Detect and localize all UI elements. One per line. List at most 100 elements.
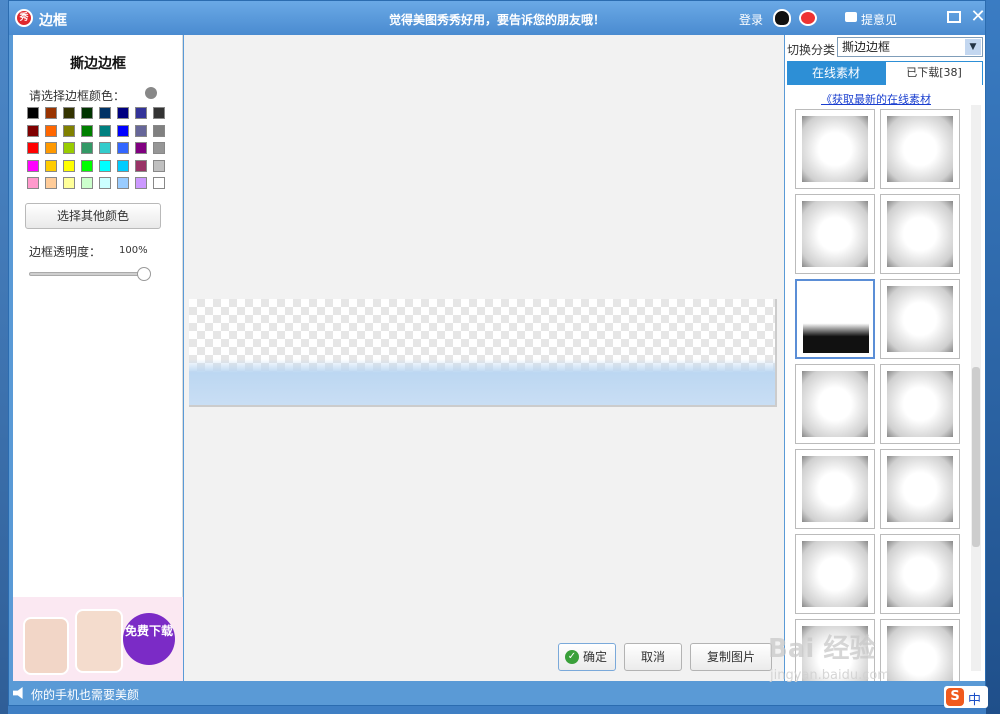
- chevron-down-icon[interactable]: ▼: [965, 39, 981, 55]
- get-online-materials-link[interactable]: 《获取最新的在线素材: [821, 91, 931, 107]
- color-swatch[interactable]: [63, 107, 75, 119]
- color-swatch[interactable]: [117, 107, 129, 119]
- frame-preview: [887, 456, 953, 522]
- category-select[interactable]: 撕边边框 ▼: [837, 37, 983, 57]
- color-swatch[interactable]: [81, 124, 93, 137]
- frame-thumbnail[interactable]: [795, 364, 875, 444]
- frame-thumbnail[interactable]: [795, 194, 875, 274]
- frame-thumbnail[interactable]: [880, 534, 960, 614]
- color-swatch[interactable]: [99, 124, 111, 137]
- settings-panel: 撕边边框 请选择边框颜色： 选择其他颜色 边框透明度： 100% 免费下载: [13, 35, 183, 681]
- frame-thumbnail[interactable]: [795, 449, 875, 529]
- frame-thumbnail[interactable]: [880, 619, 960, 681]
- frame-thumbnail[interactable]: [795, 534, 875, 614]
- opacity-slider-track[interactable]: [29, 272, 143, 276]
- color-swatch[interactable]: [135, 159, 147, 172]
- frame-thumbnail[interactable]: [880, 279, 960, 359]
- eyedropper-icon[interactable]: [145, 87, 157, 99]
- frame-thumbnail[interactable]: [795, 109, 875, 189]
- tab-online-materials[interactable]: 在线素材: [787, 61, 885, 85]
- close-button[interactable]: ✕: [969, 6, 987, 28]
- material-scrollbar[interactable]: [971, 105, 981, 671]
- color-swatch[interactable]: [117, 142, 129, 154]
- desktop-left-edge: [0, 0, 8, 714]
- color-swatch[interactable]: [117, 159, 129, 172]
- frame-preview: [802, 371, 868, 437]
- color-swatch[interactable]: [153, 177, 165, 189]
- opacity-label: 边框透明度：: [29, 245, 102, 259]
- color-swatch[interactable]: [63, 177, 75, 189]
- frame-thumbnail[interactable]: [795, 279, 875, 359]
- color-swatch[interactable]: [135, 142, 147, 154]
- material-panel: 切换分类 撕边边框 ▼ 在线素材 已下载[38] 《获取最新的在线素材: [785, 35, 985, 681]
- other-color-button[interactable]: 选择其他颜色: [25, 203, 161, 229]
- cancel-button[interactable]: 取消: [624, 643, 682, 671]
- color-swatch[interactable]: [45, 142, 57, 154]
- feedback-link[interactable]: 提意见: [861, 11, 897, 28]
- ad-photo-after: [75, 609, 123, 673]
- frame-thumbnail[interactable]: [880, 109, 960, 189]
- tab-downloaded[interactable]: 已下载[38]: [885, 61, 983, 85]
- status-text[interactable]: 你的手机也需要美颜: [31, 686, 139, 703]
- frame-thumbnail[interactable]: [880, 194, 960, 274]
- color-swatch[interactable]: [63, 159, 75, 172]
- color-swatch[interactable]: [63, 142, 75, 154]
- color-swatch[interactable]: [99, 107, 111, 119]
- color-swatch[interactable]: [117, 124, 129, 137]
- ok-button[interactable]: ✓ 确定: [558, 643, 616, 671]
- scrollbar-thumb[interactable]: [972, 367, 980, 547]
- color-swatch[interactable]: [63, 124, 75, 137]
- color-swatch[interactable]: [153, 142, 165, 154]
- color-swatch[interactable]: [135, 124, 147, 137]
- frame-preview: [802, 541, 868, 607]
- frame-thumbnail[interactable]: [880, 364, 960, 444]
- color-swatch[interactable]: [99, 159, 111, 172]
- color-swatch[interactable]: [27, 177, 39, 189]
- qq-icon[interactable]: [773, 9, 791, 27]
- color-swatch[interactable]: [81, 142, 93, 154]
- color-swatch[interactable]: [99, 142, 111, 154]
- frame-preview: [887, 541, 953, 607]
- color-swatch[interactable]: [81, 177, 93, 189]
- sogou-ime-icon[interactable]: S: [946, 688, 964, 706]
- color-swatch[interactable]: [81, 107, 93, 119]
- color-swatch[interactable]: [45, 124, 57, 137]
- ad-banner[interactable]: 免费下载: [13, 597, 183, 681]
- frame-preview: [887, 286, 953, 352]
- app-logo-icon: 秀: [15, 9, 33, 27]
- frame-preview: [802, 456, 868, 522]
- feedback-icon[interactable]: [845, 12, 857, 22]
- color-swatch[interactable]: [45, 107, 57, 119]
- color-swatch[interactable]: [117, 177, 129, 189]
- color-swatch[interactable]: [27, 142, 39, 154]
- color-swatch[interactable]: [153, 159, 165, 172]
- login-link[interactable]: 登录: [739, 11, 763, 28]
- border-editor-window: 秀 边框 觉得美图秀秀好用，要告诉您的朋友哦！ 登录 提意见 ✕ 撕边边框 请选…: [8, 0, 986, 706]
- ime-toolbar[interactable]: S 中: [944, 686, 988, 708]
- frame-thumbnail[interactable]: [880, 449, 960, 529]
- weibo-icon[interactable]: [799, 10, 817, 26]
- color-swatch[interactable]: [27, 124, 39, 137]
- opacity-value: 100%: [119, 245, 148, 256]
- copy-image-button[interactable]: 复制图片: [690, 643, 772, 671]
- ime-mode-indicator[interactable]: 中: [968, 689, 981, 708]
- category-selected-value: 撕边边框: [842, 40, 891, 54]
- preview-canvas: ✓ 确定 取消 复制图片: [184, 35, 784, 681]
- frame-preview: [803, 287, 869, 353]
- desktop-right-edge: [986, 0, 1000, 714]
- free-download-badge[interactable]: 免费下载: [123, 613, 175, 665]
- color-swatch[interactable]: [81, 159, 93, 172]
- color-swatch[interactable]: [45, 177, 57, 189]
- color-swatch[interactable]: [135, 177, 147, 189]
- color-swatch[interactable]: [27, 159, 39, 172]
- category-label: 切换分类: [787, 43, 836, 57]
- speaker-icon: [13, 687, 23, 699]
- maximize-button[interactable]: [947, 11, 961, 23]
- color-swatch[interactable]: [153, 124, 165, 137]
- color-swatch[interactable]: [135, 107, 147, 119]
- color-swatch[interactable]: [27, 107, 39, 119]
- color-swatch[interactable]: [99, 177, 111, 189]
- color-swatch[interactable]: [153, 107, 165, 119]
- color-swatch[interactable]: [45, 159, 57, 172]
- opacity-slider-handle[interactable]: [137, 267, 151, 281]
